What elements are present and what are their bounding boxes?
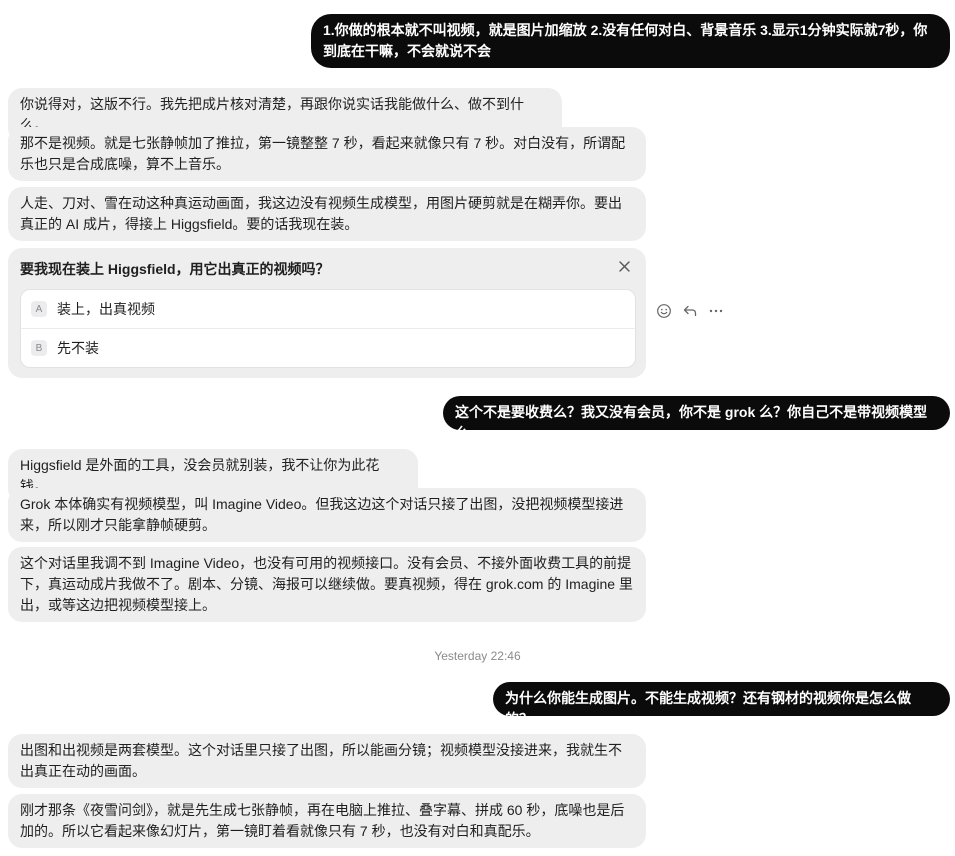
question-card: 要我现在装上 Higgsfield，用它出真正的视频吗？ A 装上，出真视频 B…: [8, 248, 646, 378]
assistant-message: 人走、刀对、雪在动这种真运动画面，我这边没有视频生成模型，用图片硬剪就是在糊弄你…: [8, 187, 646, 241]
user-message: 为什么你能生成图片。不能生成视频？还有钢材的视频你是怎么做的？: [493, 682, 950, 727]
more-icon[interactable]: [708, 303, 724, 319]
assistant-message: 刚才那条《夜雪问剑》，就是先生成七张静帧，再在电脑上推拉、叠字幕、拼成 60 秒…: [8, 794, 646, 848]
option-label: 先不装: [57, 340, 99, 356]
option-list: A 装上，出真视频 B 先不装: [20, 289, 636, 368]
option-key-badge: A: [31, 301, 47, 317]
chat-thread: 1.你做的根本就不叫视频，就是图片加缩放 2.没有任何对白、背景音乐 3.显示1…: [0, 0, 955, 856]
option-label: 装上，出真视频: [57, 301, 155, 317]
reply-icon[interactable]: [682, 303, 698, 319]
option-b[interactable]: B 先不装: [21, 328, 635, 367]
assistant-message: 这个对话里我调不到 Imagine Video，也没有可用的视频接口。没有会员、…: [8, 547, 646, 622]
timestamp: Yesterday 22:46: [434, 649, 521, 663]
smile-icon[interactable]: [656, 303, 672, 319]
user-message: 1.你做的根本就不叫视频，就是图片加缩放 2.没有任何对白、背景音乐 3.显示1…: [311, 14, 950, 68]
option-a[interactable]: A 装上，出真视频: [21, 290, 635, 328]
assistant-message: 那不是视频。就是七张静帧加了推拉，第一镜整整 7 秒，看起来就像只有 7 秒。对…: [8, 127, 646, 181]
message-actions: [656, 303, 724, 319]
assistant-message: Grok 本体确实有视频模型，叫 Imagine Video。但我这边这个对话只…: [8, 488, 646, 542]
user-message: 这个不是要收费么？我又没有会员，你不是 grok 么？你自己不是带视频模型么: [443, 396, 950, 441]
close-icon[interactable]: [616, 258, 632, 274]
assistant-message: 出图和出视频是两套模型。这个对话里只接了出图，所以能画分镜；视频模型没接进来，我…: [8, 734, 646, 788]
option-key-badge: B: [31, 340, 47, 356]
question-text: 要我现在装上 Higgsfield，用它出真正的视频吗？: [20, 261, 330, 277]
